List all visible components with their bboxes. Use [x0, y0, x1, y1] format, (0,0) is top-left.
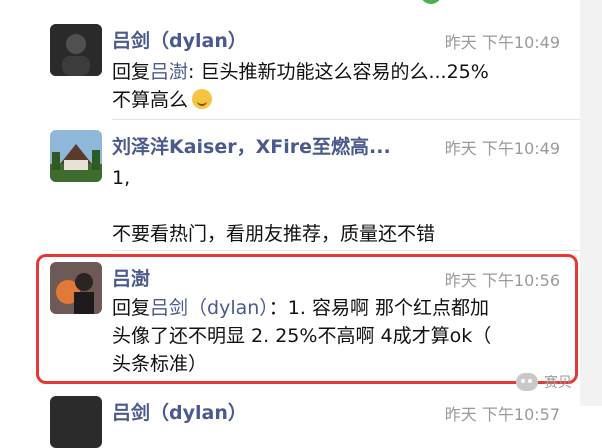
divider	[112, 250, 580, 251]
comment-text-line2: 不算高么	[112, 89, 189, 111]
comment-text: 1, 不要看热门，看朋友推荐，质量还不错	[112, 164, 552, 248]
reply-mention[interactable]: 吕剑（dylan）	[150, 297, 269, 319]
avatar[interactable]	[50, 262, 102, 314]
comment-text-line3: 不要看热门，看朋友推荐，质量还不错	[112, 223, 436, 245]
watermark: 赛贝	[516, 372, 572, 392]
avatar[interactable]	[50, 396, 102, 448]
comment-text-line1: : 巨头推新功能这么容易的么...25%	[188, 61, 489, 83]
comment-time: 昨天 下午10:56	[444, 271, 560, 290]
comment-text-line2: 头像了还不明显 2. 25%不高啊 4成才算ok（	[112, 325, 492, 347]
laughing-tears-emoji-icon	[192, 89, 213, 109]
comment-text-line3: 头条标准）	[112, 353, 208, 375]
scrollbar-track[interactable]	[580, 0, 602, 406]
avatar[interactable]	[50, 24, 102, 76]
comment-author[interactable]: 吕澍	[112, 264, 150, 291]
reply-mention[interactable]: 吕澍	[150, 61, 188, 83]
reply-prefix: 回复	[112, 297, 151, 319]
reply-prefix: 回复	[112, 61, 151, 83]
comment-author[interactable]: 刘泽洋Kaiser，XFire至燃高...	[112, 132, 391, 159]
comment-time: 昨天 下午10:49	[444, 33, 560, 52]
comment-time: 昨天 下午10:57	[444, 405, 560, 424]
comment-text-line1: 1,	[112, 167, 131, 189]
comment-text-line1: ：1. 容易啊 那个红点都加	[268, 297, 490, 319]
avatar[interactable]	[50, 130, 102, 182]
wechat-icon	[516, 373, 538, 391]
comment-text: 回复吕剑（dylan）：1. 容易啊 那个红点都加 头像了还不明显 2. 25%…	[112, 294, 552, 378]
comment-text: 回复吕澍: 巨头推新功能这么容易的么...25% 不算高么	[112, 58, 552, 114]
comment-author[interactable]: 吕剑（dylan）	[112, 398, 247, 425]
status-icon-partial	[420, 0, 442, 4]
divider	[112, 119, 580, 120]
comment-author[interactable]: 吕剑（dylan）	[112, 26, 247, 53]
comment-time: 昨天 下午10:49	[444, 139, 560, 158]
watermark-label: 赛贝	[544, 375, 572, 391]
